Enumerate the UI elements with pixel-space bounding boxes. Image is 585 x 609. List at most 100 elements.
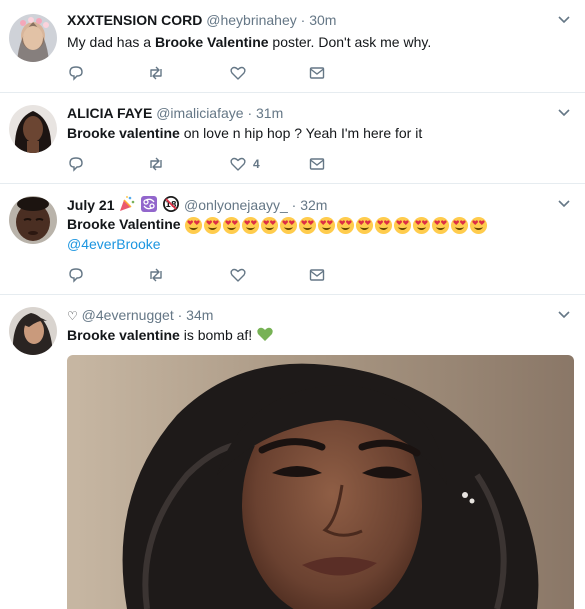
heart-icon — [230, 157, 246, 171]
display-name[interactable]: ALICIA FAYE — [67, 105, 152, 121]
tweet-header: XXXTENSION CORD @heybrinahey · 30m — [67, 11, 336, 29]
retweet-icon — [150, 157, 162, 171]
heart-icon — [230, 66, 246, 80]
separator: · — [300, 12, 306, 28]
user-handle[interactable]: @heybrinahey — [206, 12, 297, 28]
tweet-text: Brooke valentine on love n hip hop ? Yea… — [67, 123, 422, 143]
avatar[interactable] — [9, 14, 57, 62]
reply-button[interactable] — [67, 155, 85, 173]
tweet-3[interactable]: July 21 18 @onlyonejaayy_ · 32m Brooke V… — [0, 184, 585, 295]
no-under-18-icon: 18 — [163, 196, 180, 212]
text-after: poster. Don't ask me why. — [268, 34, 432, 50]
display-name[interactable]: XXXTENSION CORD — [67, 12, 202, 28]
avatar[interactable] — [9, 196, 57, 244]
avatar[interactable] — [9, 307, 57, 355]
direct-message-button[interactable] — [308, 266, 326, 284]
chevron-down-icon[interactable] — [557, 105, 571, 119]
tweet-mention-line: @4everBrooke — [67, 234, 161, 254]
direct-message-button[interactable] — [308, 64, 326, 82]
photo-image — [67, 355, 574, 609]
heart-eyes-emoji — [413, 216, 431, 234]
retweet-button[interactable] — [147, 155, 165, 173]
avatar-image — [9, 14, 57, 62]
avatar[interactable] — [9, 105, 57, 153]
retweet-button[interactable] — [147, 266, 165, 284]
heart-eyes-emoji — [432, 216, 450, 234]
heart-eyes-emoji — [261, 216, 279, 234]
text-after: is bomb af! — [179, 327, 253, 343]
chevron-down-icon[interactable] — [557, 307, 571, 321]
heart-eyes-emoji-row — [184, 216, 488, 235]
name-heart-prefix[interactable]: ♡ — [67, 309, 78, 323]
text-bold: Brooke Valentine — [154, 34, 269, 50]
tweet-2[interactable]: ALICIA FAYE @imaliciafaye · 31m Brooke v… — [0, 93, 585, 184]
heart-eyes-emoji — [280, 216, 298, 234]
heart-eyes-emoji — [223, 216, 241, 234]
text-bold: Brooke valentine — [67, 125, 180, 141]
heart-eyes-emoji — [375, 216, 393, 234]
heart-eyes-emoji — [451, 216, 469, 234]
tweet-actions — [67, 266, 367, 284]
separator: · — [291, 197, 297, 213]
chevron-down-icon[interactable] — [557, 12, 571, 26]
tweet-header: ♡ @4evernugget · 34m — [67, 306, 213, 325]
heart-eyes-emoji — [394, 216, 412, 234]
retweet-icon — [150, 66, 162, 80]
separator: · — [247, 105, 253, 121]
cancer-zodiac-icon — [141, 196, 158, 212]
like-count: 4 — [253, 157, 260, 171]
tweet-actions — [67, 64, 367, 82]
heart-eyes-emoji — [204, 216, 222, 234]
timestamp[interactable]: 32m — [300, 197, 327, 213]
avatar-image — [9, 307, 57, 355]
user-handle[interactable]: @imaliciafaye — [156, 105, 243, 121]
envelope-icon — [309, 158, 325, 170]
envelope-icon — [309, 67, 325, 79]
heart-eyes-emoji — [337, 216, 355, 234]
direct-message-button[interactable] — [308, 155, 326, 173]
timestamp[interactable]: 34m — [186, 307, 213, 323]
like-button[interactable] — [229, 266, 253, 284]
user-handle[interactable]: @4evernugget — [82, 307, 174, 323]
reply-icon — [69, 268, 83, 283]
retweet-icon — [150, 268, 162, 282]
avatar-image — [9, 196, 57, 244]
tweet-text: Brooke valentine is bomb af! — [67, 325, 274, 345]
separator: · — [177, 307, 183, 323]
tweet-photo[interactable] — [67, 355, 574, 609]
heart-eyes-emoji — [299, 216, 317, 234]
tweet-text: Brooke Valentine — [67, 214, 488, 235]
display-name[interactable]: July 21 — [67, 197, 114, 213]
text-before: My dad has a — [67, 34, 155, 50]
like-button[interactable] — [229, 64, 253, 82]
heart-icon — [230, 268, 246, 282]
mention-link[interactable]: @4everBrooke — [67, 236, 161, 252]
avatar-image — [9, 105, 57, 153]
like-button[interactable]: 4 — [229, 155, 260, 173]
user-handle[interactable]: @onlyonejaayy_ — [184, 197, 288, 213]
text-bold: Brooke valentine — [67, 327, 180, 343]
tweet-header: July 21 18 @onlyonejaayy_ · 32m — [67, 195, 327, 214]
heart-eyes-emoji — [185, 216, 203, 234]
heart-eyes-emoji — [242, 216, 260, 234]
chevron-down-icon[interactable] — [557, 196, 571, 210]
reply-icon — [69, 157, 83, 172]
tweet-header: ALICIA FAYE @imaliciafaye · 31m — [67, 104, 283, 122]
retweet-button[interactable] — [147, 64, 165, 82]
heart-eyes-emoji — [470, 216, 488, 234]
heart-eyes-emoji — [318, 216, 336, 234]
tweet-text: My dad has a Brooke Valentine poster. Do… — [67, 32, 431, 52]
green-heart-icon — [257, 327, 273, 341]
timestamp[interactable]: 31m — [256, 105, 283, 121]
reply-icon — [69, 66, 83, 81]
heart-eyes-emoji — [356, 216, 374, 234]
tweet-actions: 4 — [67, 155, 367, 173]
timestamp[interactable]: 30m — [309, 12, 336, 28]
party-popper-icon — [120, 196, 135, 211]
envelope-icon — [309, 269, 325, 281]
tweet-1[interactable]: XXXTENSION CORD @heybrinahey · 30m My da… — [0, 0, 585, 93]
text-bold: Brooke Valentine — [67, 216, 181, 232]
reply-button[interactable] — [67, 64, 85, 82]
text-after: on love n hip hop ? Yeah I'm here for it — [179, 125, 423, 141]
reply-button[interactable] — [67, 266, 85, 284]
